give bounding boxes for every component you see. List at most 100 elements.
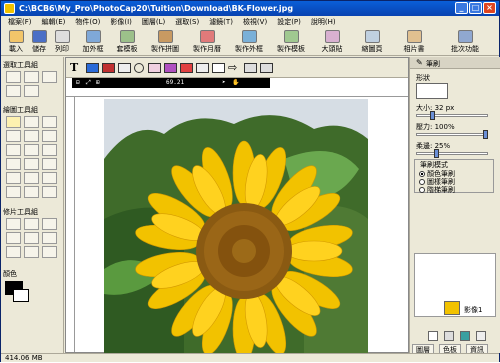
- menu-file[interactable]: 檔案(F): [3, 16, 37, 28]
- text-tool-icon[interactable]: [42, 144, 57, 156]
- pointer-icon[interactable]: ➤: [222, 78, 226, 88]
- apply-template-button[interactable]: 套模板: [113, 30, 141, 55]
- tint-icon[interactable]: [24, 246, 39, 258]
- print-icon: [54, 30, 70, 43]
- copy-layer-icon[interactable]: [444, 331, 454, 341]
- menu-edit[interactable]: 編輯(E): [37, 16, 71, 28]
- frame-object-icon[interactable]: [118, 63, 131, 73]
- effect-icon[interactable]: [164, 63, 177, 73]
- menu-object[interactable]: 物件(O): [70, 16, 105, 28]
- brush-shape-preview[interactable]: [416, 83, 448, 99]
- dropper-icon[interactable]: [24, 158, 39, 170]
- maximize-button[interactable]: □: [469, 2, 482, 14]
- thumbnail-page-button[interactable]: 縮圖頁: [357, 30, 387, 55]
- zoom-in-icon[interactable]: ⊞: [96, 78, 100, 88]
- right-panel: ✎ 筆刷 形狀 大小: 32 px 壓力: 100% 柔邊: 25% 筆刷模式 …: [409, 57, 500, 353]
- line-icon[interactable]: [6, 158, 21, 170]
- image-object-icon[interactable]: [86, 63, 99, 73]
- star-icon[interactable]: [24, 186, 39, 198]
- size-slider[interactable]: [416, 111, 488, 120]
- sunflower-photo[interactable]: [104, 99, 368, 354]
- line-object-icon[interactable]: [244, 63, 257, 73]
- balloon-icon[interactable]: [196, 63, 209, 73]
- radio-step-brush[interactable]: [419, 187, 425, 193]
- heal-icon[interactable]: [24, 218, 39, 230]
- frame-red-icon[interactable]: [180, 63, 193, 73]
- merge-layer-icon[interactable]: [460, 331, 470, 341]
- minimize-button[interactable]: _: [455, 2, 468, 14]
- make-calendar-button[interactable]: 製作月曆: [189, 30, 225, 55]
- airbrush-icon[interactable]: [24, 116, 39, 128]
- print-button[interactable]: 列印: [51, 30, 73, 55]
- wand-icon[interactable]: [6, 85, 21, 97]
- polygon-icon[interactable]: [6, 186, 21, 198]
- make-frame-icon: [241, 30, 257, 43]
- menu-settings[interactable]: 設定(P): [272, 16, 306, 28]
- zoom-field[interactable]: 69.21: [166, 78, 184, 88]
- pressure-slider-knob[interactable]: [483, 130, 488, 139]
- menu-view[interactable]: 檢視(V): [238, 16, 272, 28]
- template-icon: [119, 30, 135, 43]
- menu-select[interactable]: 選取(S): [170, 16, 204, 28]
- mosaic-icon[interactable]: [42, 246, 57, 258]
- add-frame-button[interactable]: 加外框: [79, 30, 107, 55]
- menu-help[interactable]: 說明(H): [306, 16, 341, 28]
- status-bar: 414.06 MB: [1, 353, 499, 362]
- text-icon[interactable]: T: [70, 61, 78, 74]
- rounded-rect-icon[interactable]: [24, 172, 39, 184]
- rect-select-icon[interactable]: [6, 71, 21, 83]
- size-slider-knob[interactable]: [430, 111, 436, 120]
- zoom-out-icon[interactable]: ⊟: [76, 78, 80, 88]
- lasso-icon[interactable]: [42, 71, 57, 83]
- move-select-icon[interactable]: [24, 85, 39, 97]
- ellipse-shape-icon[interactable]: [42, 172, 57, 184]
- smudge-icon[interactable]: [24, 144, 39, 156]
- layer-thumbnail[interactable]: [444, 301, 460, 315]
- pressure-label: 壓力: 100%: [416, 123, 455, 131]
- sticker-button[interactable]: 大頭貼: [317, 30, 347, 55]
- make-frame-button[interactable]: 製作外框: [231, 30, 267, 55]
- burn-icon[interactable]: [42, 232, 57, 244]
- pencil-icon[interactable]: [42, 116, 57, 128]
- mode-step-brush[interactable]: 階梯筆刷: [419, 185, 455, 195]
- sponge-icon[interactable]: [6, 246, 21, 258]
- blur-icon[interactable]: [6, 232, 21, 244]
- feather-slider[interactable]: [416, 149, 488, 158]
- make-puzzle-button[interactable]: 製作拼圖: [147, 30, 183, 55]
- left-tool-panel: 選取工具組 繪圖工具組 修片工具組 顏色: [1, 57, 64, 353]
- photo-book-button[interactable]: 相片書: [399, 30, 429, 55]
- new-layer-icon[interactable]: [428, 331, 438, 341]
- clone-icon[interactable]: [6, 144, 21, 156]
- pressure-slider[interactable]: [416, 130, 488, 139]
- background-color-swatch[interactable]: [13, 289, 29, 302]
- dodge-icon[interactable]: [24, 232, 39, 244]
- clock-icon[interactable]: [134, 63, 144, 73]
- menu-filter[interactable]: 濾鏡(T): [204, 16, 238, 28]
- rect-shape-icon[interactable]: [6, 172, 21, 184]
- shape-object-icon[interactable]: [102, 63, 115, 73]
- arrow-icon[interactable]: ⇨: [228, 61, 237, 74]
- batch-button[interactable]: 批次功能: [447, 30, 483, 55]
- brush-icon[interactable]: [6, 116, 21, 128]
- hand-icon[interactable]: ✋: [232, 78, 239, 88]
- feather-slider-knob[interactable]: [433, 149, 439, 158]
- arrow-shape-icon[interactable]: [42, 186, 57, 198]
- menu-image[interactable]: 影像(I): [105, 16, 137, 28]
- eraser-icon[interactable]: [6, 130, 21, 142]
- gradient-icon[interactable]: [42, 130, 57, 142]
- grid-icon[interactable]: [260, 63, 273, 73]
- curve-icon[interactable]: [42, 158, 57, 170]
- open-button[interactable]: 載入: [5, 30, 27, 55]
- menu-layer[interactable]: 圖層(L): [137, 16, 170, 28]
- sharpen-icon[interactable]: [42, 218, 57, 230]
- sticker-object-icon[interactable]: [148, 63, 161, 73]
- red-eye-icon[interactable]: [6, 218, 21, 230]
- mask-icon[interactable]: [212, 63, 225, 73]
- close-button[interactable]: ×: [483, 2, 496, 14]
- make-template-button[interactable]: 製作模板: [273, 30, 309, 55]
- save-button[interactable]: 儲存: [28, 30, 50, 55]
- delete-layer-icon[interactable]: [476, 331, 486, 341]
- fill-icon[interactable]: [24, 130, 39, 142]
- fit-icon[interactable]: ⤢: [86, 78, 91, 88]
- ellipse-select-icon[interactable]: [24, 71, 39, 83]
